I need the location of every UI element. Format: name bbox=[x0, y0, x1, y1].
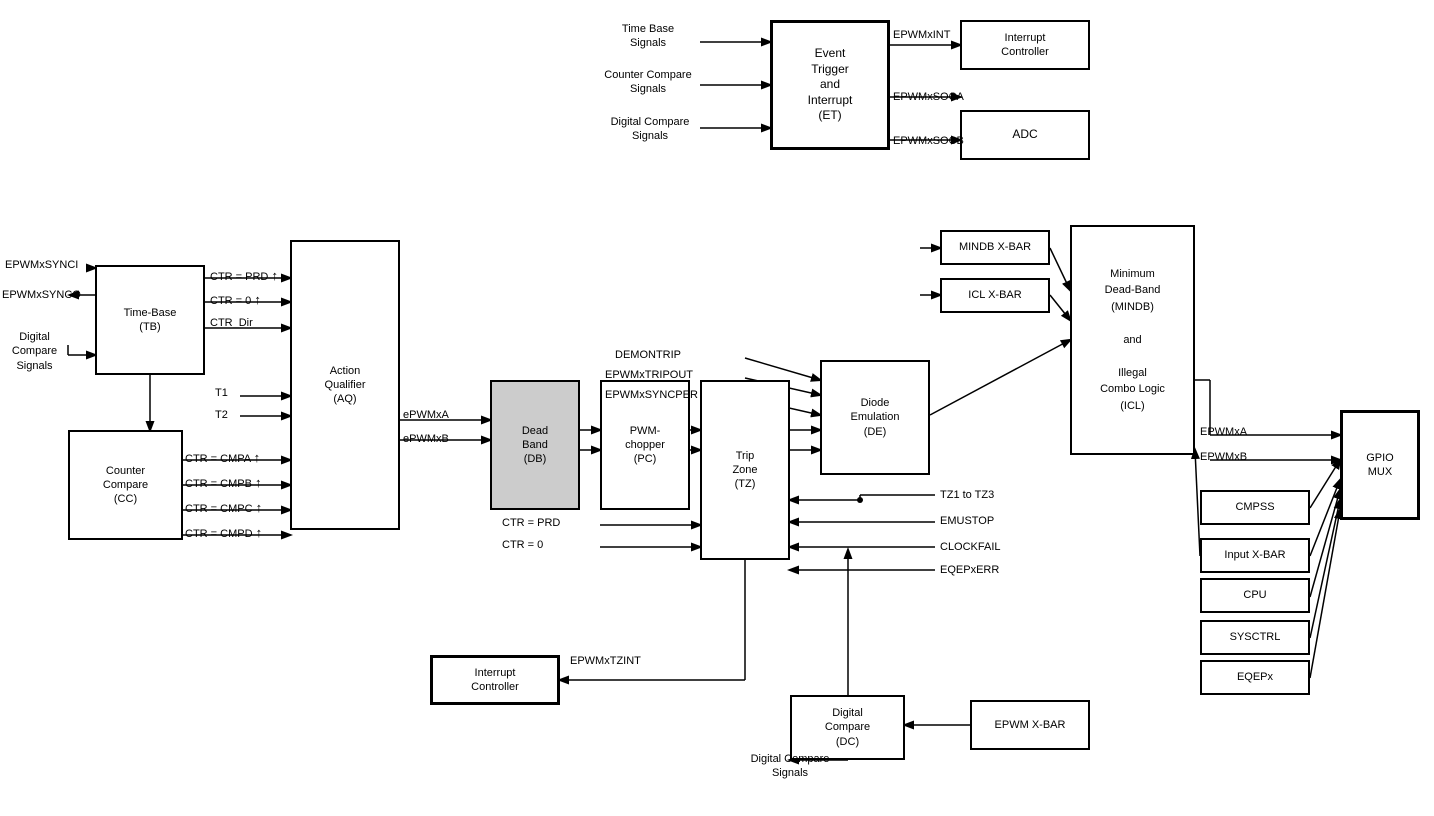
tz1-tz3-label: TZ1 to TZ3 bbox=[940, 488, 994, 502]
ctr-prd-bot-label: CTR = PRD bbox=[502, 516, 560, 530]
ctr-cmpb-label: CTR = CMPB ↑ bbox=[185, 475, 261, 492]
epwmxa-label: ePWMxA bbox=[403, 408, 449, 422]
input-xbar-block: Input X-BAR bbox=[1200, 538, 1310, 573]
ctr-dir-label: CTR_Dir bbox=[210, 316, 253, 330]
t2-label: T2 bbox=[215, 408, 228, 422]
epwmxsyncper-label: EPWMxSYNCPER bbox=[605, 388, 698, 402]
epwmxsoca-label: EPWMxSOCA bbox=[893, 90, 964, 104]
emustop-label: EMUSTOP bbox=[940, 514, 994, 528]
mindb-xbar-block: MINDB X-BAR bbox=[940, 230, 1050, 265]
epwmxsocb-label: EPWMxSOCB bbox=[893, 134, 964, 148]
t1-label: T1 bbox=[215, 386, 228, 400]
ctr-cmpc-label: CTR = CMPC ↑ bbox=[185, 500, 262, 517]
adc-block: ADC bbox=[960, 110, 1090, 160]
ctr-0-bot-label: CTR = 0 bbox=[502, 538, 543, 552]
cmpss-block: CMPSS bbox=[1200, 490, 1310, 525]
gpio-mux-block: GPIOMUX bbox=[1340, 410, 1420, 520]
eqepxerr-label: EQEPxERR bbox=[940, 563, 999, 577]
epwmxsynco-label: EPWMxSYNCO bbox=[2, 288, 81, 302]
epwmxtzint-label: EPWMxTZINT bbox=[570, 654, 641, 668]
demontrip-label: DEMONTRIP bbox=[615, 348, 681, 362]
mindb-icl-block: MinimumDead-Band(MINDB)andIllegalCombo L… bbox=[1070, 225, 1195, 455]
epwmxsynci-label: EPWMxSYNCI bbox=[5, 258, 78, 272]
digital-compare-left-label: Digital CompareSignals bbox=[2, 330, 67, 373]
counter-compare-signals-label: Counter CompareSignals bbox=[588, 68, 708, 97]
ctr-cmpa-label: CTR = CMPA ↑ bbox=[185, 450, 260, 467]
interrupt-controller-top-block: InterruptController bbox=[960, 20, 1090, 70]
epwmxb-label: ePWMxB bbox=[403, 432, 449, 446]
epwmxb-out-label: EPWMxB bbox=[1200, 450, 1247, 464]
epwmxtripout-label: EPWMxTRIPOUT bbox=[605, 368, 693, 382]
epwmxint-label: EPWMxINT bbox=[893, 28, 950, 42]
epwmxa-out-label: EPWMxA bbox=[1200, 425, 1247, 439]
time-base-block: Time-Base(TB) bbox=[95, 265, 205, 375]
ctr-0-top-label: CTR = 0 ↑ bbox=[210, 292, 261, 309]
icl-xbar-block: ICL X-BAR bbox=[940, 278, 1050, 313]
counter-compare-block: CounterCompare(CC) bbox=[68, 430, 183, 540]
cpu-block: CPU bbox=[1200, 578, 1310, 613]
diode-emulation-block: DiodeEmulation(DE) bbox=[820, 360, 930, 475]
epwm-xbar-block: EPWM X-BAR bbox=[970, 700, 1090, 750]
digital-compare-bot-label: Digital CompareSignals bbox=[730, 752, 850, 781]
sysctrl-block: SYSCTRL bbox=[1200, 620, 1310, 655]
digital-compare-block: DigitalCompare(DC) bbox=[790, 695, 905, 760]
ctr-prd-top-label: CTR = PRD ↑ bbox=[210, 268, 278, 285]
eqepx-block: EQEPx bbox=[1200, 660, 1310, 695]
trip-zone-block: TripZone(TZ) bbox=[700, 380, 790, 560]
interrupt-controller-bottom-block: InterruptController bbox=[430, 655, 560, 705]
time-base-signals-label: Time BaseSignals bbox=[598, 22, 698, 51]
diagram: EventTriggerandInterrupt(ET) InterruptCo… bbox=[0, 0, 1434, 816]
action-qualifier-block: ActionQualifier(AQ) bbox=[290, 240, 400, 530]
ctr-cmpd-label: CTR = CMPD ↑ bbox=[185, 525, 262, 542]
clockfail-label: CLOCKFAIL bbox=[940, 540, 1001, 554]
digital-compare-signals-top-label: Digital CompareSignals bbox=[590, 115, 710, 144]
dead-band-block: DeadBand(DB) bbox=[490, 380, 580, 510]
event-trigger-block: EventTriggerandInterrupt(ET) bbox=[770, 20, 890, 150]
